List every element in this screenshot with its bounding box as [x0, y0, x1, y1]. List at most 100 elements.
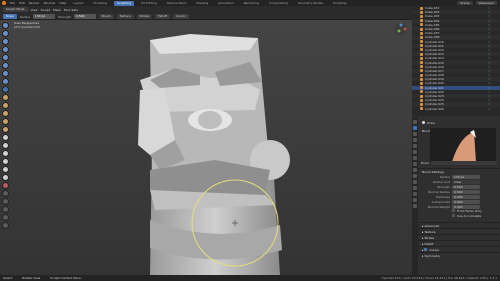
- render-tab-icon[interactable]: [413, 132, 417, 136]
- workspace-tab-scripting[interactable]: Scripting: [330, 1, 349, 6]
- blob-tool-icon[interactable]: [2, 78, 9, 85]
- menu-render[interactable]: Render: [29, 1, 40, 5]
- property-field[interactable]: View: [452, 179, 480, 184]
- workspace-tab-rendering[interactable]: Rendering: [241, 1, 262, 6]
- tool-tab-icon[interactable]: [413, 120, 417, 124]
- texture-popover[interactable]: Texture: [116, 14, 134, 19]
- draw-tool-icon[interactable]: [2, 22, 9, 29]
- box-hide-tool-icon[interactable]: [2, 198, 9, 205]
- panel-section-symmetry[interactable]: ▸ Symmetry: [418, 252, 500, 258]
- texture-tab-icon[interactable]: [413, 204, 417, 208]
- flatten-tool-icon[interactable]: [2, 102, 9, 109]
- menu-file[interactable]: File: [10, 1, 15, 5]
- thumb-tool-icon[interactable]: [2, 166, 9, 173]
- cursor-checkbox[interactable]: [424, 248, 428, 251]
- data-tab-icon[interactable]: [413, 192, 417, 196]
- outliner-row[interactable]: Cylinder.026 ▿: [412, 107, 500, 111]
- section-label: Falloff: [424, 242, 434, 246]
- workspace-tab-texture-paint[interactable]: Texture Paint: [164, 1, 189, 6]
- property-field[interactable]: 0.500: [452, 189, 480, 194]
- falloff-popover[interactable]: Falloff: [155, 14, 170, 19]
- smooth-tool-icon[interactable]: [2, 94, 9, 101]
- blender-logo-icon[interactable]: [2, 1, 6, 5]
- z-axis-icon[interactable]: [399, 23, 403, 27]
- menu-window[interactable]: Window: [44, 1, 56, 5]
- clay-tool-icon[interactable]: [2, 38, 9, 45]
- mode-selector[interactable]: Sculpt Mode: [3, 7, 28, 12]
- checkbox-row[interactable]: Use Accumulate: [452, 213, 500, 219]
- property-field[interactable]: 0.000: [452, 204, 480, 209]
- world-tab-icon[interactable]: [413, 156, 417, 160]
- clay-thumb-tool-icon[interactable]: [2, 54, 9, 61]
- pinch-tool-icon[interactable]: [2, 134, 9, 141]
- elastic-deform-tool-icon[interactable]: [2, 150, 9, 157]
- particles-tab-icon[interactable]: [413, 174, 417, 178]
- brush-selector[interactable]: Draw: [3, 14, 17, 19]
- rotate-tool-icon[interactable]: [2, 214, 9, 221]
- menu-mask[interactable]: Mask: [53, 8, 61, 12]
- view-layer-tab-icon[interactable]: [413, 144, 417, 148]
- draw-sharp-tool-icon[interactable]: [2, 30, 9, 37]
- property-field[interactable]: 130 px: [452, 174, 480, 179]
- box-mask-tool-icon[interactable]: [2, 190, 9, 197]
- property-field[interactable]: 0.000: [452, 199, 480, 204]
- y-axis-icon[interactable]: [397, 29, 401, 33]
- workspace-tab-sculpting[interactable]: Sculpting: [114, 0, 135, 6]
- brush-settings-popover[interactable]: Brush: [98, 14, 114, 19]
- workspace-tab-geometry-nodes[interactable]: Geometry Nodes: [295, 1, 326, 6]
- modifier-tab-icon[interactable]: [413, 168, 417, 172]
- checkbox[interactable]: [452, 209, 455, 212]
- menu-help[interactable]: Help: [59, 1, 66, 5]
- material-tab-icon[interactable]: [413, 198, 417, 202]
- strength-field[interactable]: 0.500: [73, 14, 96, 19]
- navigation-gizmo[interactable]: [394, 22, 408, 37]
- menu-face-sets[interactable]: Face Sets: [64, 8, 78, 12]
- property-field[interactable]: 0.000: [452, 194, 480, 199]
- grab-tool-icon[interactable]: [2, 142, 9, 149]
- constraints-tab-icon[interactable]: [413, 186, 417, 190]
- checkbox[interactable]: [452, 213, 455, 217]
- 3d-viewport[interactable]: [0, 20, 412, 275]
- crease-tool-icon[interactable]: [2, 86, 9, 93]
- cursor-popover[interactable]: Cursor: [172, 14, 189, 19]
- move-tool-icon[interactable]: [2, 206, 9, 213]
- workspace-tab-compositing[interactable]: Compositing: [266, 1, 291, 6]
- stroke-popover[interactable]: Stroke: [136, 14, 153, 19]
- layer-tool-icon[interactable]: [2, 62, 9, 69]
- physics-tab-icon[interactable]: [413, 180, 417, 184]
- view-layer-selector[interactable]: ViewLayer: [475, 1, 497, 5]
- mesh-object-icon: [420, 98, 423, 102]
- output-tab-icon[interactable]: [413, 138, 417, 142]
- radius-field[interactable]: 130 px: [32, 14, 55, 19]
- clay-strips-tool-icon[interactable]: [2, 46, 9, 53]
- menu-view[interactable]: View: [31, 8, 38, 12]
- inflate-tool-icon[interactable]: [2, 70, 9, 77]
- object-tab-icon[interactable]: [413, 162, 417, 166]
- scrape-tool-icon[interactable]: [2, 118, 9, 125]
- active-tool-tab-icon[interactable]: [413, 126, 417, 130]
- menu-sculpt[interactable]: Sculpt: [41, 8, 50, 12]
- x-axis-icon[interactable]: [403, 27, 407, 31]
- status-context-menu-hint: Sculpt Context Menu: [50, 276, 82, 280]
- workspace-tab-modeling[interactable]: Modeling: [90, 1, 110, 6]
- workspace-tab-layout[interactable]: Layout: [70, 1, 86, 6]
- scene-selector[interactable]: Scene: [457, 1, 473, 5]
- snake-hook-tool-icon[interactable]: [2, 158, 9, 165]
- property-label: Normal Weight: [427, 204, 450, 209]
- multiplane-scrape-tool-icon[interactable]: [2, 126, 9, 133]
- menu-edit[interactable]: Edit: [19, 1, 25, 5]
- brush-datablock-name[interactable]: Draw: [427, 121, 435, 125]
- property-field[interactable]: 0.500: [452, 184, 480, 189]
- transform-tool-icon[interactable]: [2, 222, 9, 229]
- brush-preview[interactable]: [430, 128, 496, 162]
- pose-tool-icon[interactable]: [2, 174, 9, 181]
- workspace-tab-shading[interactable]: Shading: [193, 1, 211, 6]
- workspace-tab-animation[interactable]: Animation: [215, 1, 236, 6]
- mask-tool-icon[interactable]: [2, 182, 9, 189]
- modifier-icon[interactable]: ▿: [488, 107, 490, 111]
- scene-tab-icon[interactable]: [413, 150, 417, 154]
- workspace-tab-uv-editing[interactable]: UV Editing: [138, 1, 160, 6]
- sculpt-toolbar: [2, 22, 13, 229]
- checkbox-label: Use Accumulate: [457, 213, 482, 218]
- fill-tool-icon[interactable]: [2, 110, 9, 117]
